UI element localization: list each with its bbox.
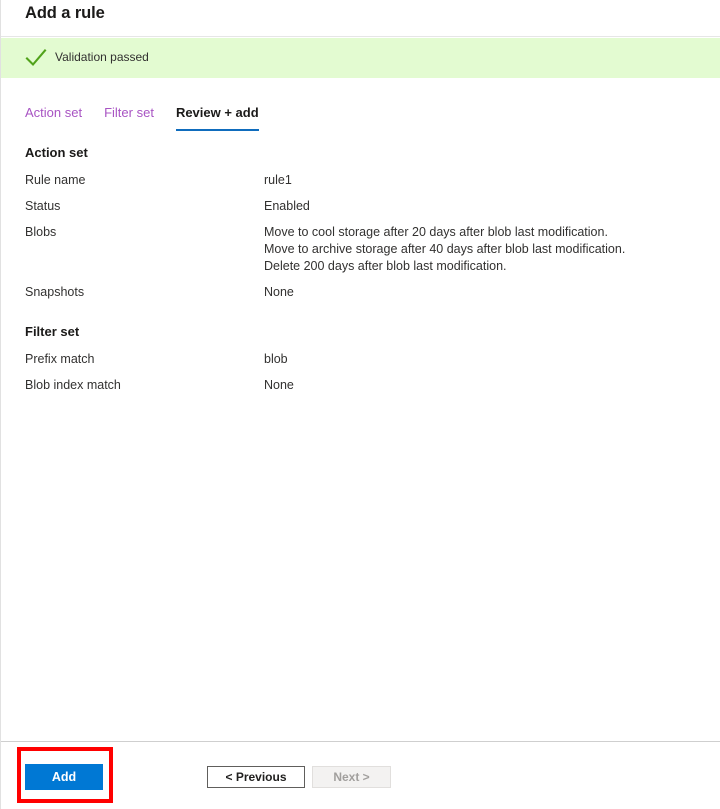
add-button[interactable]: Add (25, 764, 103, 790)
tab-action-set[interactable]: Action set (25, 104, 82, 131)
row-blob-index-match: Blob index match None (1, 377, 720, 403)
value-prefix-match: blob (264, 351, 288, 368)
validation-banner: Validation passed (1, 38, 720, 78)
blade-title-bar: Add a rule (1, 0, 720, 37)
value-rule-name: rule1 (264, 172, 292, 189)
label-blob-index-match: Blob index match (25, 377, 264, 394)
row-rule-name: Rule name rule1 (1, 172, 720, 198)
label-blobs: Blobs (25, 224, 264, 241)
row-prefix-match: Prefix match blob (1, 351, 720, 377)
value-snapshots: None (264, 284, 294, 301)
page-title: Add a rule (25, 4, 105, 23)
label-snapshots: Snapshots (25, 284, 264, 301)
next-button: Next > (312, 766, 391, 788)
value-blobs: Move to cool storage after 20 days after… (264, 224, 625, 275)
section-spacer (1, 310, 720, 323)
label-status: Status (25, 198, 264, 215)
value-status: Enabled (264, 198, 310, 215)
section-heading-action-set: Action set (25, 144, 720, 172)
check-icon (25, 48, 47, 68)
wizard-tabs: Action set Filter set Review + add (25, 104, 259, 131)
tab-review-add[interactable]: Review + add (176, 104, 259, 131)
row-snapshots: Snapshots None (1, 284, 720, 310)
label-rule-name: Rule name (25, 172, 264, 189)
validation-message: Validation passed (55, 50, 149, 64)
row-status: Status Enabled (1, 198, 720, 224)
add-rule-blade: Add a rule Validation passed Action set … (0, 0, 720, 809)
section-heading-filter-set: Filter set (25, 323, 720, 351)
value-blob-index-match: None (264, 377, 294, 394)
previous-button[interactable]: < Previous (207, 766, 305, 788)
review-content: Action set Rule name rule1 Status Enable… (1, 144, 720, 403)
tab-filter-set[interactable]: Filter set (104, 104, 154, 131)
footer-divider (1, 741, 720, 742)
label-prefix-match: Prefix match (25, 351, 264, 368)
row-blobs: Blobs Move to cool storage after 20 days… (1, 224, 720, 284)
